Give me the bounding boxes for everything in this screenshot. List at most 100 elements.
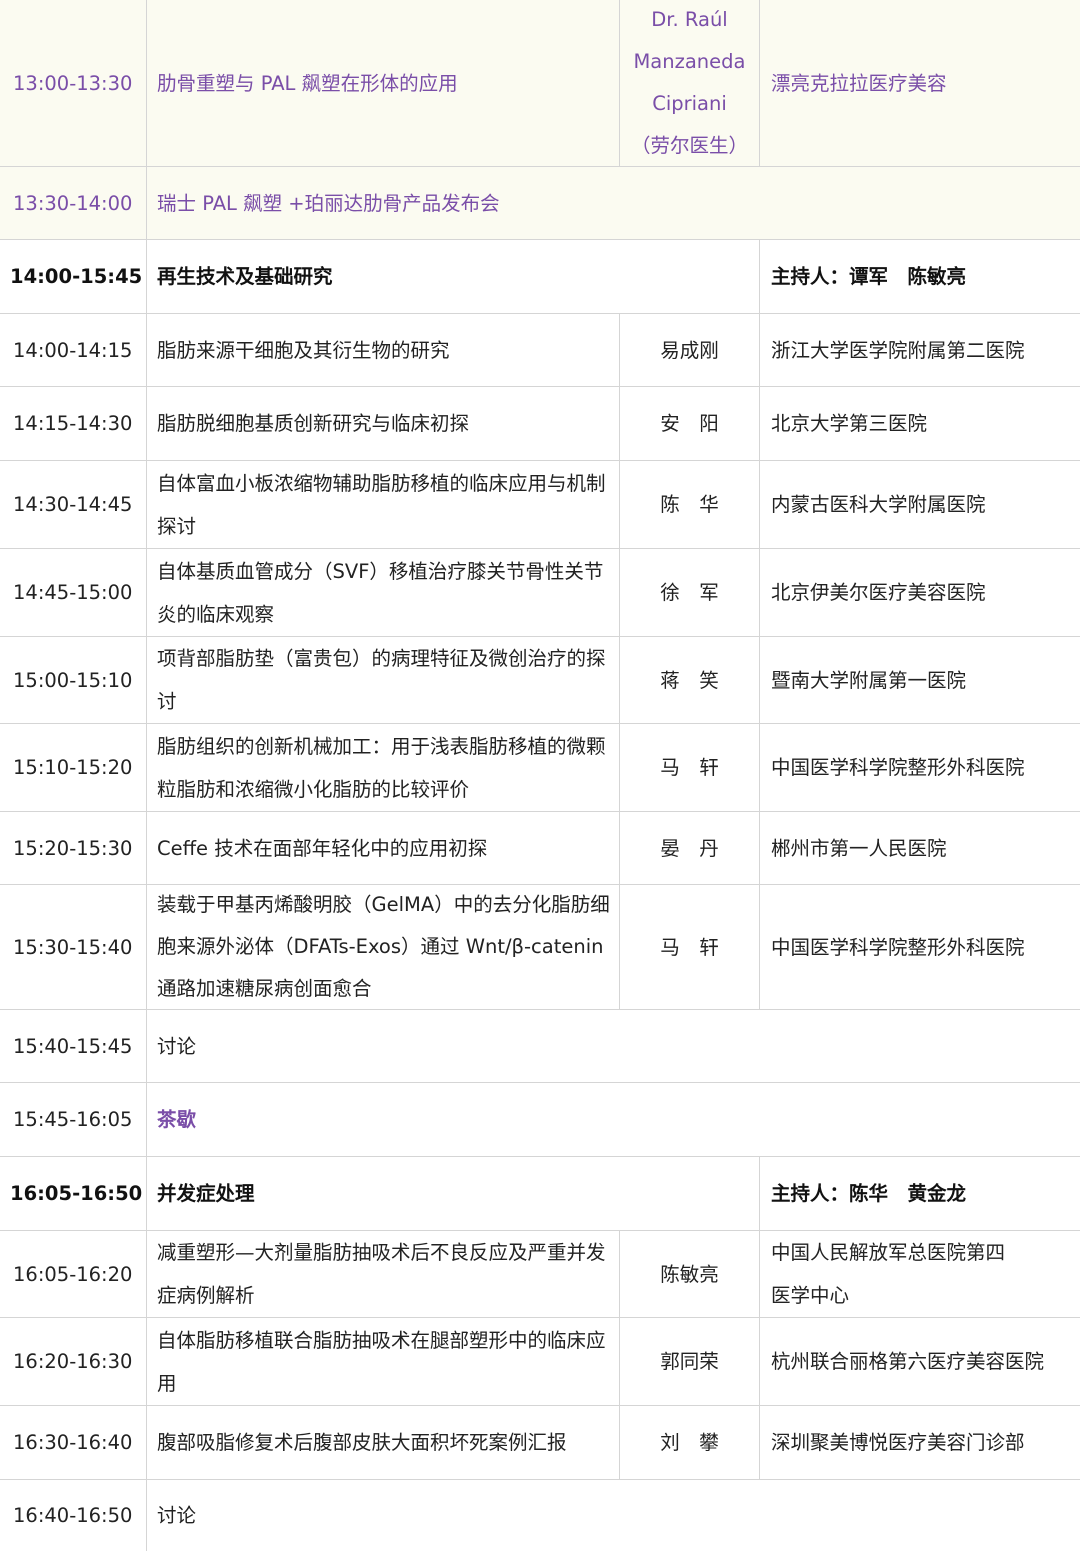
topic-text: 脂肪来源干细胞及其衍生物的研究 <box>157 338 450 362</box>
session-title: 并发症处理 <box>147 1157 760 1230</box>
topic-text: 自体脂肪移植联合脂肪抽吸术在腿部塑形中的临床应用 <box>157 1328 606 1395</box>
topic-cell: 项背部脂肪垫（富贵包）的病理特征及微创治疗的探讨 <box>147 637 620 723</box>
table-row: 14:45-15:00 自体基质血管成分（SVF）移植治疗膝关节骨性关节炎的临床… <box>0 549 1080 637</box>
time-cell: 15:10-15:20 <box>0 724 147 811</box>
time-cell: 15:45-16:05 <box>0 1083 147 1156</box>
topic-cell: 脂肪组织的创新机械加工：用于浅表脂肪移植的微颗粒脂肪和浓缩微小化脂肪的比较评价 <box>147 724 620 811</box>
topic-text: 讨论 <box>157 1034 197 1058</box>
session-title: 再生技术及基础研究 <box>147 240 760 313</box>
topic-cell: Ceffe 技术在面部年轻化中的应用初探 <box>147 812 620 884</box>
speaker-cell: 陈敏亮 <box>620 1231 760 1317</box>
org-cell: 内蒙古医科大学附属医院 <box>771 493 986 516</box>
time-cell: 13:00-13:30 <box>0 0 147 166</box>
topic-cell: 茶歇 <box>147 1083 1080 1156</box>
topic-cell: 肋骨重塑与 PAL 飙塑在形体的应用 <box>147 0 620 166</box>
table-row: 13:00-13:30 肋骨重塑与 PAL 飙塑在形体的应用 Dr. Raúl … <box>0 0 1080 167</box>
table-row: 16:40-16:50 讨论 <box>0 1480 1080 1551</box>
table-row: 14:15-14:30 脂肪脱细胞基质创新研究与临床初探 安 阳 北京大学第三医… <box>0 387 1080 461</box>
time-cell: 14:00-14:15 <box>0 314 147 386</box>
speaker-cell: 徐 军 <box>620 549 760 636</box>
session-host: 主持人：谭军 陈敏亮 <box>771 265 967 288</box>
speaker-cell: 晏 丹 <box>620 812 760 884</box>
topic-text: 脂肪组织的创新机械加工：用于浅表脂肪移植的微颗粒脂肪和浓缩微小化脂肪的比较评价 <box>157 734 606 801</box>
time-cell: 14:30-14:45 <box>0 461 147 548</box>
table-row: 16:30-16:40 腹部吸脂修复术后腹部皮肤大面积坏死案例汇报 刘 攀 深圳… <box>0 1406 1080 1480</box>
session-header-row: 16:05-16:50 并发症处理 主持人：陈华 黄金龙 <box>0 1157 1080 1231</box>
topic-text: 脂肪脱细胞基质创新研究与临床初探 <box>157 412 470 435</box>
speaker-cell: 马 轩 <box>620 885 760 1009</box>
topic-text: 项背部脂肪垫（富贵包）的病理特征及微创治疗的探讨 <box>157 647 606 713</box>
topic-text: 腹部吸脂修复术后腹部皮肤大面积坏死案例汇报 <box>157 1431 567 1454</box>
speaker-cell: Dr. Raúl Manzaneda Cipriani （劳尔医生） <box>620 0 760 166</box>
topic-cell: 讨论 <box>147 1010 1080 1082</box>
org-cell: 浙江大学医学院附属第二医院 <box>771 338 1025 362</box>
org-text: 中国人民解放军总医院第四医学中心 <box>771 1241 1006 1307</box>
org-cell: 漂亮克拉拉医疗美容 <box>771 71 947 95</box>
topic-text: Ceffe 技术在面部年轻化中的应用初探 <box>157 836 488 860</box>
speaker-cell: 安 阳 <box>620 387 760 460</box>
org-cell: 北京伊美尔医疗美容医院 <box>771 581 986 604</box>
org-cell: 北京大学第三医院 <box>771 412 928 435</box>
topic-text: 瑞士 PAL 飙塑 +珀丽达肋骨产品发布会 <box>157 191 500 215</box>
topic-cell: 自体基质血管成分（SVF）移植治疗膝关节骨性关节炎的临床观察 <box>147 549 620 636</box>
topic-text: 肋骨重塑与 PAL 飙塑在形体的应用 <box>157 71 458 95</box>
org-cell: 杭州联合丽格第六医疗美容医院 <box>771 1350 1045 1373</box>
speaker-line: （劳尔医生） <box>630 134 748 157</box>
time-cell: 15:30-15:40 <box>0 885 147 1009</box>
org-cell: 深圳聚美博悦医疗美容门诊部 <box>771 1431 1025 1454</box>
topic-cell: 讨论 <box>147 1480 1080 1551</box>
time-cell: 15:00-15:10 <box>0 637 147 723</box>
time-cell: 14:00-15:45 <box>0 240 147 313</box>
topic-cell: 自体富血小板浓缩物辅助脂肪移植的临床应用与机制探讨 <box>147 461 620 548</box>
org-cell: 中国医学科学院整形外科医院 <box>771 756 1025 779</box>
speaker-line: Cipriani <box>652 92 727 115</box>
time-cell: 13:30-14:00 <box>0 167 147 239</box>
topic-text: 自体基质血管成分（SVF）移植治疗膝关节骨性关节炎的临床观察 <box>157 559 604 626</box>
table-row: 15:00-15:10 项背部脂肪垫（富贵包）的病理特征及微创治疗的探讨 蒋 笑… <box>0 637 1080 724</box>
table-row: 14:00-14:15 脂肪来源干细胞及其衍生物的研究 易成刚 浙江大学医学院附… <box>0 314 1080 387</box>
topic-text: 自体富血小板浓缩物辅助脂肪移植的临床应用与机制探讨 <box>157 471 606 538</box>
table-row: 13:30-14:00 瑞士 PAL 飙塑 +珀丽达肋骨产品发布会 <box>0 167 1080 240</box>
topic-text: 装载于甲基丙烯酸明胶（GelMA）中的去分化脂肪细胞来源外泌体（DFATs-Ex… <box>157 893 610 1000</box>
speaker-cell: 郭同荣 <box>620 1318 760 1405</box>
time-cell: 16:30-16:40 <box>0 1406 147 1479</box>
table-row: 14:30-14:45 自体富血小板浓缩物辅助脂肪移植的临床应用与机制探讨 陈 … <box>0 461 1080 549</box>
time-cell: 16:05-16:20 <box>0 1231 147 1317</box>
table-row: 15:40-15:45 讨论 <box>0 1010 1080 1083</box>
speaker-cell: 马 轩 <box>620 724 760 811</box>
session-header-row: 14:00-15:45 再生技术及基础研究 主持人：谭军 陈敏亮 <box>0 240 1080 314</box>
time-cell: 15:40-15:45 <box>0 1010 147 1082</box>
org-cell: 中国医学科学院整形外科医院 <box>771 935 1025 959</box>
speaker-line: Manzaneda <box>633 50 746 73</box>
time-cell: 14:45-15:00 <box>0 549 147 636</box>
agenda-table: 13:00-13:30 肋骨重塑与 PAL 飙塑在形体的应用 Dr. Raúl … <box>0 0 1080 1551</box>
speaker-cell: 蒋 笑 <box>620 637 760 723</box>
org-cell: 郴州市第一人民医院 <box>771 836 947 860</box>
topic-cell: 减重塑形—大剂量脂肪抽吸术后不良反应及严重并发症病例解析 <box>147 1231 620 1317</box>
topic-cell: 装载于甲基丙烯酸明胶（GelMA）中的去分化脂肪细胞来源外泌体（DFATs-Ex… <box>147 885 620 1009</box>
org-cell: 中国人民解放军总医院第四医学中心 <box>760 1231 1080 1317</box>
table-row: 15:20-15:30 Ceffe 技术在面部年轻化中的应用初探 晏 丹 郴州市… <box>0 812 1080 885</box>
session-host: 主持人：陈华 黄金龙 <box>771 1182 967 1205</box>
speaker-line: Dr. Raúl <box>651 8 728 31</box>
table-row: 15:45-16:05 茶歇 <box>0 1083 1080 1157</box>
topic-cell: 脂肪来源干细胞及其衍生物的研究 <box>147 314 620 386</box>
topic-cell: 瑞士 PAL 飙塑 +珀丽达肋骨产品发布会 <box>147 167 1080 239</box>
time-cell: 16:05-16:50 <box>0 1157 147 1230</box>
topic-cell: 脂肪脱细胞基质创新研究与临床初探 <box>147 387 620 460</box>
speaker-cell: 刘 攀 <box>620 1406 760 1479</box>
time-cell: 16:20-16:30 <box>0 1318 147 1405</box>
topic-cell: 腹部吸脂修复术后腹部皮肤大面积坏死案例汇报 <box>147 1406 620 1479</box>
speaker-cell: 陈 华 <box>620 461 760 548</box>
time-cell: 16:40-16:50 <box>0 1480 147 1551</box>
org-cell: 暨南大学附属第一医院 <box>771 668 967 692</box>
table-row: 16:20-16:30 自体脂肪移植联合脂肪抽吸术在腿部塑形中的临床应用 郭同荣… <box>0 1318 1080 1406</box>
table-row: 16:05-16:20 减重塑形—大剂量脂肪抽吸术后不良反应及严重并发症病例解析… <box>0 1231 1080 1318</box>
time-cell: 14:15-14:30 <box>0 387 147 460</box>
topic-text: 减重塑形—大剂量脂肪抽吸术后不良反应及严重并发症病例解析 <box>157 1241 606 1307</box>
time-cell: 15:20-15:30 <box>0 812 147 884</box>
topic-text: 讨论 <box>157 1504 197 1527</box>
topic-cell: 自体脂肪移植联合脂肪抽吸术在腿部塑形中的临床应用 <box>147 1318 620 1405</box>
topic-text: 茶歇 <box>157 1108 197 1131</box>
table-row: 15:30-15:40 装载于甲基丙烯酸明胶（GelMA）中的去分化脂肪细胞来源… <box>0 885 1080 1010</box>
